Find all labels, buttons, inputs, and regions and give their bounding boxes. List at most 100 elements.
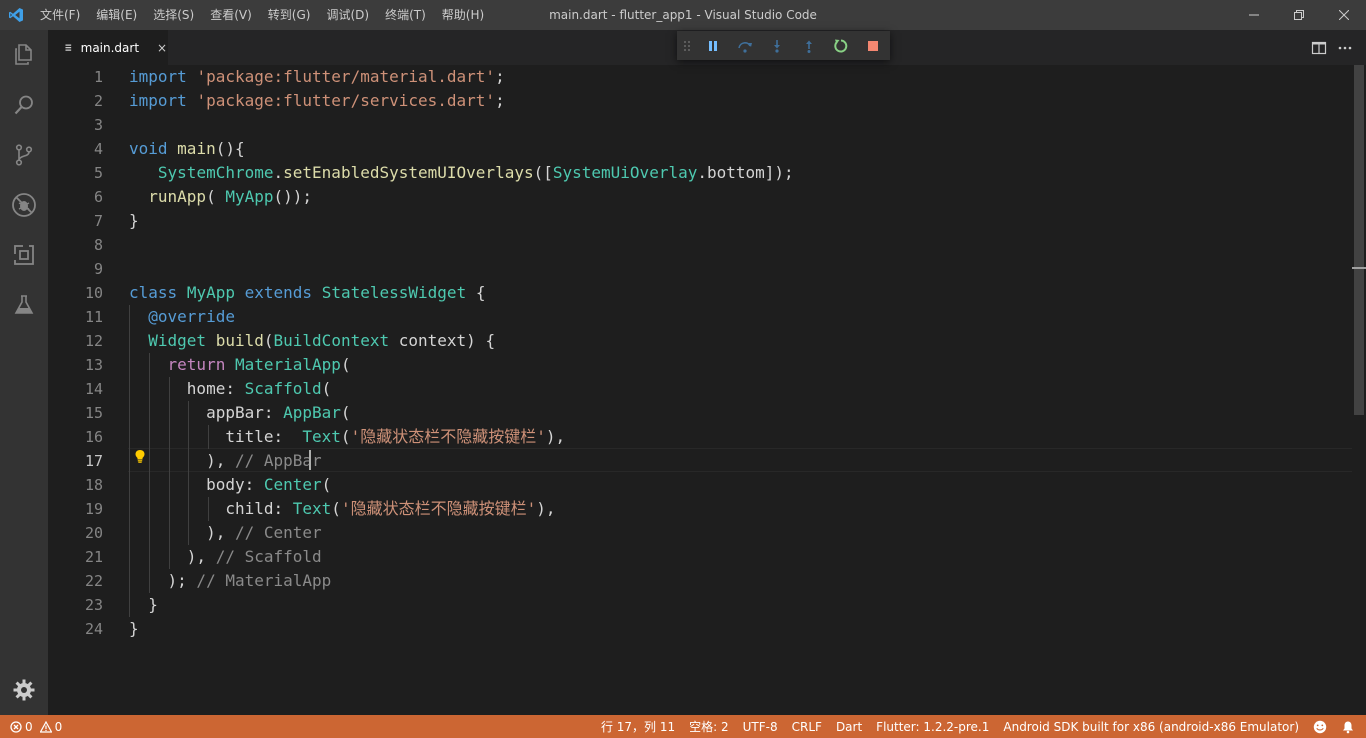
menu-file[interactable]: 文件(F) (32, 0, 88, 30)
step-over-icon (738, 41, 752, 53)
search-button[interactable] (0, 80, 48, 130)
line-number: 10 (84, 284, 103, 302)
code-token: ), (129, 547, 207, 566)
code-line[interactable]: Widget build(BuildContext context) { (129, 329, 495, 353)
step-over-button[interactable] (729, 31, 761, 60)
code-line[interactable]: import 'package:flutter/services.dart'; (129, 89, 505, 113)
menu-edit[interactable]: 编辑(E) (88, 0, 145, 30)
dart-file-icon: ≡ (65, 41, 72, 54)
code-token: import (129, 91, 187, 110)
gear-icon (13, 679, 35, 701)
code-line[interactable]: ); // MaterialApp (129, 569, 332, 593)
end-of-line[interactable]: CRLF (785, 715, 829, 738)
notifications-button[interactable] (1334, 715, 1362, 738)
drag-handle[interactable] (677, 31, 697, 60)
stop-button[interactable] (857, 31, 889, 60)
more-actions-button[interactable] (1332, 30, 1358, 65)
code-token: ), (545, 427, 566, 446)
restore-button[interactable] (1276, 0, 1321, 30)
restart-button[interactable] (825, 31, 857, 60)
line-number: 8 (93, 236, 103, 254)
split-editor-icon (1311, 41, 1327, 54)
window-controls (1231, 0, 1366, 30)
code-line[interactable]: appBar: AppBar( (129, 401, 351, 425)
pause-button[interactable] (697, 31, 729, 60)
feedback-button[interactable] (1306, 715, 1334, 738)
minimize-button[interactable] (1231, 0, 1276, 30)
language-mode[interactable]: Dart (829, 715, 869, 738)
device-selector[interactable]: Android SDK built for x86 (android-x86 E… (996, 715, 1306, 738)
line-number: 4 (93, 140, 103, 158)
code-token: Text (302, 427, 341, 446)
code-token: ( (331, 499, 341, 518)
settings-button[interactable] (0, 665, 48, 715)
code-token: ( (263, 331, 274, 350)
line-number: 6 (93, 188, 103, 206)
explorer-button[interactable] (0, 30, 48, 80)
split-editor-button[interactable] (1306, 30, 1332, 65)
menu-debug[interactable]: 调试(D) (318, 0, 377, 30)
step-into-icon (774, 39, 780, 53)
menu-view[interactable]: 查看(V) (202, 0, 260, 30)
code-line[interactable]: ), // AppBar (129, 449, 322, 473)
code-line[interactable]: child: Text('隐藏状态栏不隐藏按键栏'), (129, 497, 555, 521)
line-number: 14 (84, 380, 103, 398)
code-line[interactable]: @override (129, 305, 235, 329)
code-line[interactable]: } (129, 617, 139, 641)
close-window-button[interactable] (1321, 0, 1366, 30)
step-into-button[interactable] (761, 31, 793, 60)
code-line[interactable]: class MyApp extends StatelessWidget { (129, 281, 485, 305)
step-out-button[interactable] (793, 31, 825, 60)
code-line[interactable]: runApp( MyApp()); (129, 185, 312, 209)
code-token: @override (148, 307, 235, 326)
cursor-position[interactable]: 行 17，列 11 (594, 715, 682, 738)
scrollbar-thumb[interactable] (1354, 65, 1364, 415)
tab-label: main.dart (80, 40, 140, 55)
code-token: runApp (148, 187, 207, 206)
code-token: } (129, 619, 139, 638)
encoding[interactable]: UTF-8 (736, 715, 785, 738)
menu-help[interactable]: 帮助(H) (434, 0, 492, 30)
test-button[interactable] (0, 280, 48, 330)
code-token: MaterialApp (234, 355, 341, 374)
menu-go[interactable]: 转到(G) (260, 0, 319, 30)
code-line[interactable]: SystemChrome.setEnabledSystemUIOverlays(… (129, 161, 794, 185)
menu-terminal[interactable]: 终端(T) (377, 0, 434, 30)
code-line[interactable]: } (129, 209, 139, 233)
code-token: ( (340, 427, 351, 446)
indentation[interactable]: 空格: 2 (682, 715, 736, 738)
code-line[interactable]: ), // Scaffold (129, 545, 322, 569)
code-token: context) { (389, 331, 496, 350)
tab-main-dart[interactable]: ≡ main.dart × (48, 30, 168, 65)
code-token: // MaterialApp (186, 571, 332, 590)
menu-selection[interactable]: 选择(S) (145, 0, 202, 30)
tab-close-icon[interactable]: × (157, 41, 167, 55)
warning-count: 0 (54, 719, 63, 734)
line-number: 12 (84, 332, 103, 350)
code-line[interactable]: title: Text('隐藏状态栏不隐藏按键栏'), (129, 425, 565, 449)
code-line[interactable]: } (129, 593, 158, 617)
code-area[interactable]: import 'package:flutter/material.dart'; i… (129, 65, 1349, 715)
flutter-version[interactable]: Flutter: 1.2.2-pre.1 (869, 715, 996, 738)
code-token: ; (495, 91, 505, 110)
code-editor[interactable]: 1 2 3 4 5 6 7 8 9 10 11 12 13 14 15 16 17 18 19 20 21 22 23 24 … (48, 65, 1366, 715)
code-token: class (129, 283, 178, 302)
extensions-button[interactable] (0, 230, 48, 280)
warning-icon (39, 720, 52, 733)
source-control-button[interactable] (0, 130, 48, 180)
debug-button[interactable] (0, 180, 48, 230)
code-line[interactable]: body: Center( (129, 473, 331, 497)
code-line[interactable]: void main(){ (129, 137, 245, 161)
code-line[interactable]: ), // Center (129, 521, 322, 545)
code-token: build (215, 331, 264, 350)
editor-scrollbar[interactable] (1352, 65, 1366, 715)
code-line[interactable]: import 'package:flutter/material.dart'; (129, 65, 505, 89)
code-line[interactable]: return MaterialApp( (129, 353, 351, 377)
code-token: setEnabledSystemUIOverlays (283, 163, 534, 182)
code-token: ()); (273, 187, 313, 206)
code-line[interactable]: home: Scaffold( (129, 377, 332, 401)
status-problems[interactable]: 0 0 (0, 720, 62, 734)
